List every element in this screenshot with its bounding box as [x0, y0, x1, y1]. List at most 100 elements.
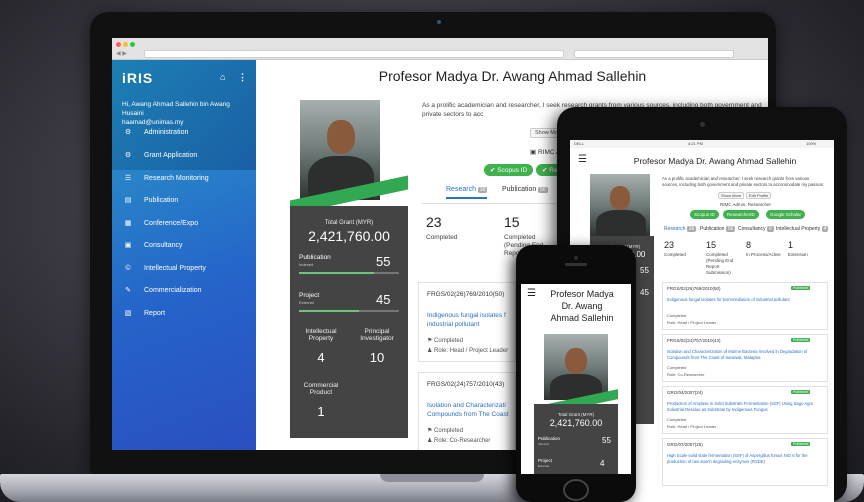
tab-divider — [422, 203, 572, 204]
wrench-icon: ✎ — [125, 287, 131, 294]
tablet-stat-value: 15 — [706, 240, 717, 250]
sidebar-item-publication[interactable]: ▤ Publication — [124, 194, 179, 206]
tablet-project-role: Role: Head / Project Leader — [667, 320, 717, 325]
laptop-notch — [380, 474, 484, 482]
sidebar-item-label: Administration — [144, 128, 189, 136]
tablet-tab-publication-label: Publication — [700, 226, 725, 232]
sidebar-item-label: Commercialization — [144, 286, 202, 294]
project-status-label: Completed — [434, 338, 464, 344]
back-forward-icon[interactable]: ◀ ▶ — [116, 50, 127, 57]
maximize-window-button[interactable] — [130, 42, 135, 47]
scopus-id-badge[interactable]: ✔ Scopus ID — [484, 164, 534, 176]
tablet-project-role: Role: Head / Project Leader — [667, 424, 717, 429]
report-icon: ▧ — [124, 310, 132, 317]
tablet-tab-research-count: 36 — [686, 226, 697, 232]
tablet-project-title-link[interactable]: Production of Amylase in Solid Substrate… — [667, 401, 825, 413]
tablet-stat-value: 8 — [746, 240, 752, 250]
commercial-value: 1 — [317, 404, 325, 419]
page-title: Profesor Madya Dr. Awang Ahmad Sallehin — [378, 68, 647, 84]
book-icon: ▤ — [124, 197, 132, 204]
pi-label: Principal Investigator — [360, 328, 394, 342]
tab-research-label: Research — [446, 186, 476, 193]
project-sub: External — [299, 300, 314, 305]
sidebar-item-commercialization[interactable]: ✎ Commercialization — [124, 284, 202, 296]
tab-publication[interactable]: Publication 56 — [502, 186, 548, 193]
tablet-project-card[interactable]: GRG/04/2007(24) Production of Amylase in … — [662, 386, 828, 434]
publication-label: Publication — [299, 254, 331, 261]
tablet-project-title-link[interactable]: High Scale solid state fermentation (SSF… — [667, 453, 825, 465]
tablet-tab-ip-label: Intellectual Property — [776, 226, 821, 232]
tablet-scopus-badge[interactable]: Scopus ID — [690, 210, 719, 219]
project-progress-track — [299, 310, 399, 312]
stat-pending-value: 15 — [504, 214, 520, 230]
sidebar-item-label: Intellectual Property — [144, 264, 206, 272]
url-bar[interactable] — [144, 50, 564, 58]
tablet-project-status: Completed — [667, 313, 687, 318]
user-greeting-text: Hi, Awang Ahmad Sallehin bin Awang Husai… — [122, 101, 230, 117]
phone-grant-card: Total Grant (MYR) 2,421,760.00 Publicati… — [534, 404, 618, 474]
sidebar-item-intellectual-property[interactable]: © Intellectual Property — [124, 262, 206, 274]
tablet-tab-publication[interactable]: Publication 56 — [700, 226, 736, 232]
tablet-tab-consultancy[interactable]: Consultancy 0 — [738, 226, 774, 232]
project-card[interactable]: FRGS/02(24)757/2010(43) Isolation and Ch… — [418, 372, 516, 450]
tablet-project-card[interactable]: GRG/07/2007(25) High Scale solid state fe… — [662, 438, 828, 486]
phone-publication-value: 55 — [602, 436, 611, 445]
close-window-button[interactable] — [116, 42, 121, 47]
publication-progress-track — [299, 272, 399, 274]
phone-publication-label: Publication — [538, 436, 561, 441]
tablet-published-badge: Published — [791, 390, 811, 394]
minimize-window-button[interactable] — [123, 42, 128, 47]
tablet-project-status: Completed — [667, 365, 687, 370]
hamburger-menu-icon[interactable]: ☰ — [578, 154, 587, 165]
ip-value: 4 — [317, 350, 325, 365]
tablet-status-bar: DELL 4:21 PM 100% — [570, 140, 834, 148]
tablet-tab-ip[interactable]: Intellectual Property 4 — [776, 226, 829, 232]
tablet-project-card[interactable]: FRGS/02(26)769/2010(50) Indigenous fungal… — [662, 282, 828, 330]
project-role: ♟ Role: Co-Researcher — [427, 438, 491, 444]
sidebar-item-label: Research Monitoring — [144, 174, 209, 182]
more-vertical-icon[interactable]: ⋮ — [238, 72, 247, 83]
project-title-link[interactable]: Indigenous fungal isolates f industrial … — [427, 311, 515, 329]
tab-research-count: 36 — [477, 187, 488, 193]
tablet-show-more-button[interactable]: Show More — [718, 192, 745, 199]
sidebar-item-label: Grant Application — [144, 151, 198, 159]
phone-home-button[interactable] — [563, 479, 589, 501]
pi-value: 10 — [369, 350, 385, 365]
tablet-stat-label: Extension — [788, 252, 808, 257]
sidebar-item-administration[interactable]: ⚙ Administration — [124, 126, 189, 138]
tablet-project-card[interactable]: FRGS/02(24)757/2010(43) Isolation and Cha… — [662, 334, 828, 382]
project-code: FRGS/02(26)769/2010(50) — [427, 291, 505, 298]
tablet-researcherid-badge[interactable]: ResearcherID — [723, 210, 759, 219]
sidebar-item-grant-application[interactable]: ⚙ Grant Application — [124, 149, 197, 161]
tablet-tab-research[interactable]: Research 36 — [664, 226, 697, 232]
tablet-project-code: FRGS/02(26)769/2010(50) — [667, 286, 721, 291]
tablet-tab-research-label: Research — [664, 226, 686, 232]
tablet-show-more-label: Show More — [721, 193, 742, 198]
stat-completed-value: 23 — [426, 214, 442, 230]
tab-research[interactable]: Research 36 — [446, 186, 488, 199]
browser-search-input[interactable] — [574, 50, 734, 58]
tablet-edit-profile-button[interactable]: Edit Profile — [746, 192, 772, 199]
tablet-published-badge: Published — [791, 338, 811, 342]
project-role-label: Role: Head / Project Leader — [434, 348, 509, 354]
tablet-project-title-link[interactable]: Isolation and Characterization of Marine… — [667, 349, 825, 361]
app-logo[interactable]: iRIS — [122, 70, 153, 86]
phone-page-title: Profesor Madya Dr. Awang Ahmad Sallehin — [535, 288, 629, 324]
laptop-camera — [437, 20, 441, 24]
ip-label: Intellectual Property — [305, 328, 337, 342]
phone-project-value: 4 — [600, 459, 605, 468]
tablet-tab-publication-count: 56 — [725, 226, 736, 232]
sidebar-item-label: Publication — [144, 196, 179, 204]
briefcase-icon: ▣ — [124, 242, 132, 249]
sidebar-item-label: Consultancy — [144, 241, 183, 249]
inbox-icon[interactable]: ⌂ — [220, 72, 225, 82]
sidebar-item-report[interactable]: ▧ Report — [124, 307, 165, 319]
tablet-project-title-link[interactable]: Indigenous fungal isolates for bioremedi… — [667, 297, 825, 303]
project-title-link[interactable]: Isolation and Characterizati Compounds f… — [427, 401, 515, 419]
tablet-role: RIMC Admin, Researcher — [720, 202, 772, 207]
project-card[interactable]: FRGS/02(26)769/2010(50) Indigenous funga… — [418, 282, 516, 362]
sidebar-item-research-monitoring[interactable]: ☰ Research Monitoring — [124, 172, 209, 184]
sidebar-item-consultancy[interactable]: ▣ Consultancy — [124, 239, 183, 251]
sidebar-item-conference-expo[interactable]: ▦ Conference/Expo — [124, 217, 198, 229]
tablet-google-scholar-badge[interactable]: Google Scholar — [766, 210, 806, 219]
